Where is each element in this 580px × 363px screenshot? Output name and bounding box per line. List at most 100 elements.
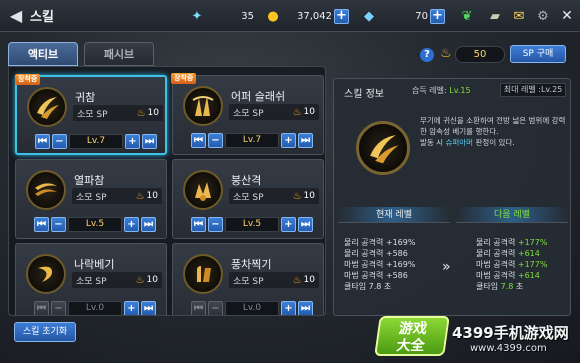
level-max-button[interactable]: ⏭ <box>298 132 313 148</box>
level-down-button[interactable]: − <box>51 216 66 232</box>
skill-cost: 소모 SP ♨ 10 <box>73 105 163 121</box>
level-max-button[interactable]: ⏭ <box>298 300 313 315</box>
skill-info-panel: 스킬 정보 습득 레벨: Lv.15 최대 레벨 :Lv.25 무기에 귀신을 … <box>333 78 571 316</box>
flame-icon: ♨ <box>292 106 302 118</box>
flame-icon: ♨ <box>135 274 145 286</box>
skill-windmill-icon <box>183 254 223 294</box>
gem-currency: 70 + <box>378 6 446 26</box>
sp-value: 50 <box>455 46 505 63</box>
level-value: Lv.0 <box>68 300 122 315</box>
skill-screen: ◀ 스킬 ✦ 35 ● 37,042 + ◆ 70 + ❦ ▰ ✉ ⚙ ✕ 액티… <box>0 0 580 363</box>
flame-icon: ♨ <box>292 274 302 286</box>
level-controls: ⏮ − Lv.0 + ⏭ <box>191 300 313 315</box>
level-max-button[interactable]: ⏭ <box>298 216 313 232</box>
watermark-title: 4399手机游戏网 <box>452 324 569 342</box>
watermark-url: www.4399.com <box>470 343 547 354</box>
selected-skill-slash-icon <box>356 121 410 175</box>
flame-icon: ♨ <box>135 190 145 202</box>
skill-list: 장착중 귀참 소모 SP ♨ 10 ⏮ − Lv.7 + ⏭ 장착중 어퍼 슬래쉬 소모… <box>8 66 326 316</box>
current-level-header: 현재 레벨 <box>338 207 450 223</box>
level-controls: ⏮ − Lv.7 + ⏭ <box>191 132 313 148</box>
level-down-button[interactable]: − <box>208 300 223 315</box>
level-min-button[interactable]: ⏮ <box>34 216 49 232</box>
tab-active[interactable]: 액티브 <box>8 42 78 66</box>
level-value: Lv.5 <box>225 216 279 232</box>
skill-card[interactable]: 장착중 귀참 소모 SP ♨ 10 ⏮ − Lv.7 + ⏭ <box>15 74 167 155</box>
current-level-stats: 물리 공격력 +169% 물리 공격력 +586 마법 공격력 +169% 마법… <box>344 238 416 291</box>
skill-description: 무기에 귀신을 소환하여 전방 넓은 범위에 강력한 암속성 베기를 행한다. … <box>420 116 566 147</box>
skill-crush-icon <box>183 170 223 210</box>
level-min-button[interactable]: ⏮ <box>191 132 206 148</box>
level-max-button[interactable]: ⏭ <box>142 133 157 149</box>
skill-name: 풍차찍기 <box>231 258 272 271</box>
level-value: Lv.7 <box>69 133 123 149</box>
level-max-button[interactable]: ⏭ <box>141 300 156 315</box>
skill-card[interactable]: 열파참 소모 SP ♨ 10 ⏮ − Lv.5 + ⏭ <box>15 159 167 239</box>
chat-icon[interactable]: ✉ <box>510 7 528 25</box>
skill-wave-icon <box>26 170 66 210</box>
level-up-button[interactable]: + <box>281 132 296 148</box>
skill-cost: 소모 SP ♨ 10 <box>229 272 319 288</box>
equipped-badge: 장착중 <box>15 74 41 85</box>
level-value: Lv.5 <box>68 216 122 232</box>
scroll-icon[interactable]: ▰ <box>486 7 504 25</box>
gold-currency: 37,042 + <box>282 6 350 26</box>
level-down-button[interactable]: − <box>208 132 223 148</box>
level-controls: ⏮ − Lv.7 + ⏭ <box>35 133 157 149</box>
level-down-button[interactable]: − <box>52 133 67 149</box>
level-controls: ⏮ − Lv.5 + ⏭ <box>191 216 313 232</box>
skill-card[interactable]: 장착중 어퍼 슬래쉬 소모 SP ♨ 10 ⏮ − Lv.7 + ⏭ <box>171 73 324 155</box>
sp-buy-button[interactable]: SP 구매 <box>510 45 566 63</box>
feather-icon: ✦ <box>191 8 203 24</box>
flame-icon: ♨ <box>292 190 302 202</box>
super-armor-highlight: 슈퍼아머 <box>445 138 474 147</box>
skill-name: 열파참 <box>74 174 105 187</box>
sp-flame-icon: ♨ <box>440 46 452 61</box>
skill-card[interactable]: 붕산격 소모 SP ♨ 10 ⏮ − Lv.5 + ⏭ <box>172 159 324 239</box>
skill-card[interactable]: 풍차찍기 소모 SP ♨ 10 ⏮ − Lv.0 + ⏭ <box>172 243 324 315</box>
level-up-button[interactable]: + <box>124 300 139 315</box>
level-up-button[interactable]: + <box>124 216 139 232</box>
skill-name: 붕산격 <box>231 174 262 187</box>
skill-upper-slash-icon <box>183 86 223 126</box>
skill-slash-icon <box>27 87 67 127</box>
level-min-button[interactable]: ⏮ <box>35 133 50 149</box>
gear-icon[interactable]: ⚙ <box>534 7 552 25</box>
close-icon[interactable]: ✕ <box>558 7 576 25</box>
level-down-button[interactable]: − <box>208 216 223 232</box>
level-value: Lv.7 <box>225 132 279 148</box>
level-min-button[interactable]: ⏮ <box>191 216 206 232</box>
blue-gem-icon: ◆ <box>364 8 374 24</box>
skill-cost: 소모 SP ♨ 10 <box>72 272 162 288</box>
max-level: 최대 레벨 :Lv.25 <box>500 83 566 97</box>
flame-icon: ♨ <box>136 107 146 119</box>
skill-name: 어퍼 슬래쉬 <box>231 90 286 103</box>
level-min-button[interactable]: ⏮ <box>34 300 49 315</box>
level-up-button[interactable]: + <box>281 300 296 315</box>
skill-card[interactable]: 나락베기 소모 SP ♨ 10 ⏮ − Lv.0 + ⏭ <box>15 243 167 315</box>
page-title: 스킬 <box>30 10 54 25</box>
equipped-badge: 장착중 <box>171 73 197 84</box>
skill-abyss-icon <box>26 254 66 294</box>
next-level-stats: 물리 공격력 +177% 물리 공격력 +614 마법 공격력 +177% 마법… <box>476 238 548 291</box>
help-icon[interactable]: ? <box>420 48 434 62</box>
back-icon[interactable]: ◀ <box>4 5 28 27</box>
skill-cost: 소모 SP ♨ 10 <box>229 104 319 120</box>
tab-passive[interactable]: 패시브 <box>84 42 154 66</box>
skill-cost: 소모 SP ♨ 10 <box>229 188 319 204</box>
level-up-button[interactable]: + <box>281 216 296 232</box>
gold-coin-icon: ● <box>267 8 279 24</box>
watermark-logo: 游戏 大全 <box>374 316 450 356</box>
skill-cost: 소모 SP ♨ 10 <box>72 188 162 204</box>
level-min-button[interactable]: ⏮ <box>191 300 206 315</box>
add-gem-button[interactable]: + <box>430 8 445 24</box>
level-max-button[interactable]: ⏭ <box>141 216 156 232</box>
skill-name: 귀참 <box>75 91 96 104</box>
skill-reset-button[interactable]: 스킬 초기화 <box>14 322 76 342</box>
leaf-icon[interactable]: ❦ <box>458 7 476 25</box>
learn-level: 습득 레벨: Lv.15 <box>412 86 471 95</box>
level-down-button[interactable]: − <box>51 300 66 315</box>
level-up-button[interactable]: + <box>125 133 140 149</box>
level-value: Lv.0 <box>225 300 279 315</box>
add-gold-button[interactable]: + <box>334 8 349 24</box>
